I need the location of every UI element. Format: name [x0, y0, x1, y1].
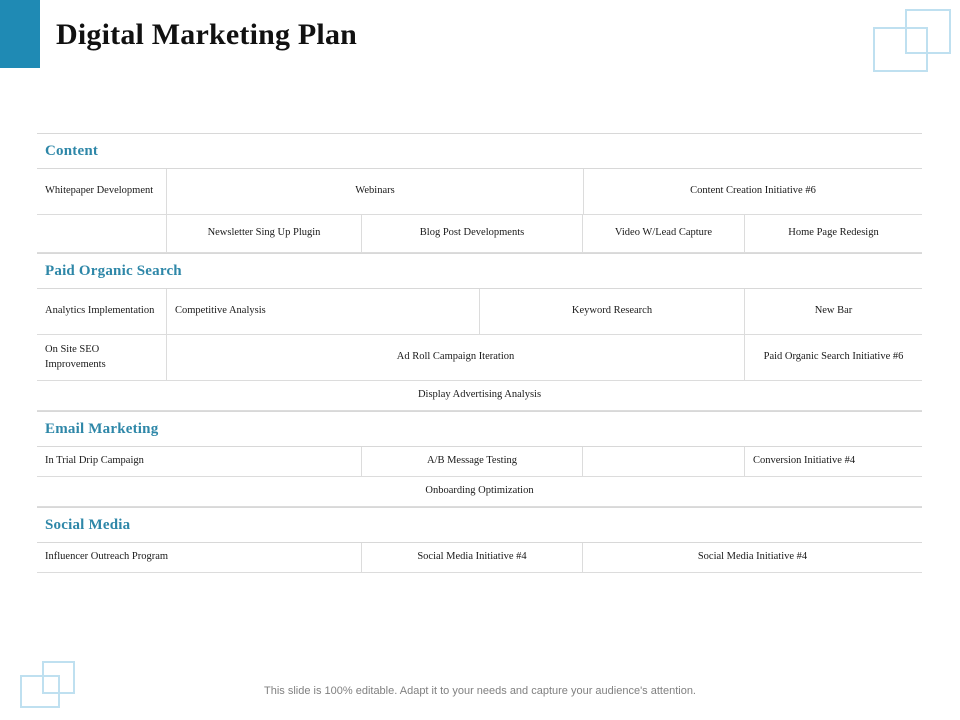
- decorative-square-icon: [905, 9, 951, 54]
- table-cell[interactable]: Home Page Redesign: [745, 215, 922, 252]
- table-cell[interactable]: Social Media Initiative #4: [583, 543, 922, 572]
- table-row: Display Advertising Analysis: [37, 381, 922, 411]
- table-row: Onboarding Optimization: [37, 477, 922, 507]
- section-title: Paid Organic Search: [45, 262, 182, 279]
- table-cell[interactable]: Whitepaper Development: [37, 169, 167, 214]
- table-cell[interactable]: Webinars: [167, 169, 584, 214]
- table-cell[interactable]: Influencer Outreach Program: [37, 543, 362, 572]
- table-cell[interactable]: Analytics Implementation: [37, 289, 167, 334]
- table-cell[interactable]: A/B Message Testing: [362, 447, 583, 476]
- table-row: In Trial Drip Campaign A/B Message Testi…: [37, 447, 922, 477]
- table-row: Whitepaper Development Webinars Content …: [37, 169, 922, 215]
- section-header-paid-organic-search: Paid Organic Search: [37, 253, 922, 289]
- table-cell[interactable]: Video W/Lead Capture: [583, 215, 745, 252]
- table-cell[interactable]: New Bar: [745, 289, 922, 334]
- section-title: Content: [45, 142, 99, 159]
- table-row: Influencer Outreach Program Social Media…: [37, 543, 922, 573]
- table-cell[interactable]: Newsletter Sing Up Plugin: [167, 215, 362, 252]
- table-cell[interactable]: Ad Roll Campaign Iteration: [167, 335, 745, 380]
- table-cell[interactable]: Paid Organic Search Initiative #6: [745, 335, 922, 380]
- table-cell[interactable]: [583, 447, 745, 476]
- section-title: Email Marketing: [45, 420, 159, 437]
- page-title: Digital Marketing Plan: [56, 18, 358, 51]
- section-title: Social Media: [45, 516, 131, 533]
- table-row: Newsletter Sing Up Plugin Blog Post Deve…: [37, 215, 922, 253]
- table-cell[interactable]: Keyword Research: [480, 289, 745, 334]
- table-cell[interactable]: Competitive Analysis: [167, 289, 480, 334]
- table-cell[interactable]: Conversion Initiative #4: [745, 447, 922, 476]
- section-header-social-media: Social Media: [37, 507, 922, 543]
- table-cell[interactable]: Content Creation Initiative #6: [584, 169, 922, 214]
- marketing-plan-table: Content Whitepaper Development Webinars …: [37, 133, 922, 573]
- table-cell[interactable]: Display Advertising Analysis: [37, 381, 922, 410]
- table-cell[interactable]: Blog Post Developments: [362, 215, 583, 252]
- section-header-content: Content: [37, 133, 922, 169]
- table-row: Analytics Implementation Competitive Ana…: [37, 289, 922, 335]
- table-cell[interactable]: On Site SEO Improvements: [37, 335, 167, 380]
- table-cell[interactable]: [37, 215, 167, 252]
- table-cell[interactable]: Onboarding Optimization: [37, 477, 922, 506]
- table-row: On Site SEO Improvements Ad Roll Campaig…: [37, 335, 922, 381]
- table-cell[interactable]: In Trial Drip Campaign: [37, 447, 362, 476]
- header-accent-block: [0, 0, 40, 68]
- section-header-email-marketing: Email Marketing: [37, 411, 922, 447]
- table-cell[interactable]: Social Media Initiative #4: [362, 543, 583, 572]
- footer-note: This slide is 100% editable. Adapt it to…: [264, 685, 696, 697]
